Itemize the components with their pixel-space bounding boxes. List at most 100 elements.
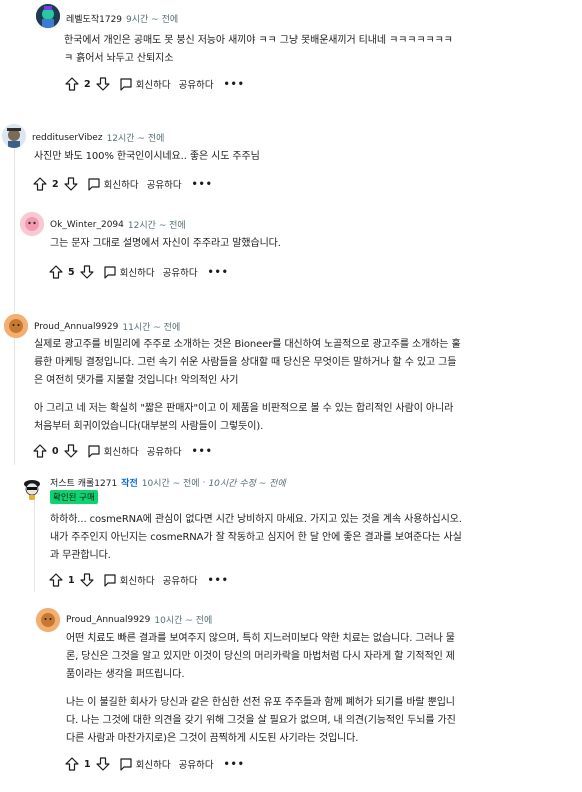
comment-actions: 2 회신하다 공유하다 •••	[32, 174, 213, 194]
comment-line: 륭한 마케팅 결정입니다. 그런 속기 쉬운 사람들을 상대할 때 당신은 무엇…	[34, 357, 457, 368]
comment-meta: 레벨도작1729 9시간 ~ 전에	[66, 12, 178, 25]
comment-line: 다른 사람과 마찬가지로)은 그것이 끔찍하게 시도된 사기라는 것입니다.	[66, 733, 359, 744]
username[interactable]: 레벨도작1729	[66, 12, 122, 25]
more-options-button[interactable]: •••	[208, 575, 229, 586]
comment-line: 실제로 광고주를 비밀리에 주주로 소개하는 것은 Bioneer를 대신하여 …	[34, 339, 461, 350]
upvote-icon[interactable]	[64, 76, 80, 92]
reply-button[interactable]: 회신하다	[103, 573, 155, 587]
comment-meta: Proud_Annual9929 11시간 ~ 전에	[34, 320, 180, 334]
more-options-button[interactable]: •••	[192, 446, 213, 457]
more-options-button[interactable]: •••	[224, 79, 245, 90]
upvote-icon[interactable]	[48, 264, 64, 280]
downvote-icon[interactable]	[95, 76, 111, 92]
downvote-icon[interactable]	[79, 264, 95, 280]
username[interactable]: Ok_Winter_2094	[50, 220, 124, 230]
timestamp[interactable]: 11시간 ~ 전에	[122, 320, 180, 333]
username[interactable]: Proud_Annual9929	[34, 322, 118, 332]
avatar[interactable]	[20, 212, 44, 236]
comment-body: 실제로 광고주를 비밀리에 주주로 소개하는 것은 Bioneer를 대신하여 …	[34, 336, 574, 436]
comment-line: ㅋ 흙어서 놔두고 산퇴지소	[64, 53, 174, 64]
comment-meta: Proud_Annual9929 10시간 ~ 전에	[66, 613, 212, 627]
share-button[interactable]: 공유하다	[179, 757, 214, 771]
vote-count: 1	[84, 758, 91, 770]
comment-icon	[88, 178, 100, 191]
comment-meta: 저스트 캐롤1271 작전 10시간 ~ 전에 · 10시간 수정 ~ 전에	[50, 476, 286, 490]
share-button[interactable]: 공유하다	[147, 444, 182, 458]
edited-timestamp: 10시간 수정 ~ 전에	[208, 479, 286, 489]
reply-button[interactable]: 회신하다	[119, 757, 171, 771]
comment-icon	[104, 574, 116, 587]
share-button[interactable]: 공유하다	[147, 177, 182, 191]
downvote-icon[interactable]	[79, 572, 95, 588]
op-badge: 작전	[121, 479, 138, 489]
avatar[interactable]	[4, 314, 28, 338]
vote-count: 1	[68, 574, 75, 586]
comment-actions: 2 회신하다 공유하다 •••	[64, 74, 245, 94]
thread-line	[14, 335, 15, 465]
comment-body: 어떤 치료도 빠른 결과를 보여주지 않으며, 특히 지느러미보다 약한 치료는…	[66, 630, 576, 748]
timestamp[interactable]: 12시간 ~ 전에	[107, 131, 165, 144]
comment-line: 한국에서 개인은 공매도 못 붕신 저능아 새끼야 ㅋㅋ 그냥 못배운새끼거 티…	[64, 35, 453, 46]
comment-line: 은 여전히 댓가를 지불할 것입니다! 악의적인 사기	[34, 375, 239, 386]
share-button[interactable]: 공유하다	[163, 265, 198, 279]
more-options-button[interactable]: •••	[224, 759, 245, 770]
comment-actions: 1 회신하다 공유하다 •••	[48, 570, 229, 590]
upvote-icon[interactable]	[32, 176, 48, 192]
timestamp[interactable]: 10시간 ~ 전에	[154, 613, 212, 626]
comment-actions: 5 회신하다 공유하다 •••	[48, 262, 229, 282]
comment-actions: 1 회신하다 공유하다 •••	[64, 754, 245, 774]
upvote-icon[interactable]	[48, 572, 64, 588]
vote-count: 5	[68, 266, 75, 278]
reply-button[interactable]: 회신하다	[119, 77, 171, 91]
thread-line	[14, 146, 15, 311]
thread-line	[34, 500, 35, 592]
vote-count: 2	[84, 78, 91, 90]
avatar[interactable]	[20, 476, 44, 500]
username[interactable]: reddituserVibez	[32, 133, 103, 143]
avatar[interactable]	[36, 608, 60, 632]
reply-button[interactable]: 회신하다	[103, 265, 155, 279]
comment-line: 과 무관합니다.	[50, 550, 111, 561]
username[interactable]: Proud_Annual9929	[66, 615, 150, 625]
upvote-icon[interactable]	[32, 443, 48, 459]
timestamp[interactable]: 9시간 ~ 전에	[126, 12, 178, 25]
comment-line: 나는 이 불길한 회사가 당신과 같은 한심한 선전 유포 주주들과 함께 폐허…	[66, 697, 455, 708]
username[interactable]: 저스트 캐롤1271	[50, 476, 117, 489]
avatar[interactable]	[2, 124, 26, 148]
timestamp[interactable]: 10시간 ~ 전에	[142, 476, 200, 489]
comment-body: 한국에서 개인은 공매도 못 붕신 저능아 새끼야 ㅋㅋ 그냥 못배운새끼거 티…	[64, 32, 564, 68]
more-options-button[interactable]: •••	[192, 179, 213, 190]
upvote-icon[interactable]	[64, 756, 80, 772]
comment-line: 어떤 치료도 빠른 결과를 보여주지 않으며, 특히 지느러미보다 약한 치료는…	[66, 633, 455, 644]
downvote-icon[interactable]	[63, 443, 79, 459]
share-button[interactable]: 공유하다	[179, 77, 214, 91]
comment-icon	[120, 78, 132, 91]
share-button[interactable]: 공유하다	[163, 573, 198, 587]
downvote-icon[interactable]	[95, 756, 111, 772]
vote-count: 0	[52, 445, 59, 457]
comment-line: 내가 주주인지 아닌지는 cosmeRNA가 잘 작동하고 심지어 한 달 안에…	[50, 532, 462, 543]
comment-body: 그는 문자 그대로 설명에서 자신이 주주라고 말했습니다.	[50, 235, 550, 253]
comment-body: 하하하... cosmeRNA에 관심이 없다면 시간 낭비하지 마세요. 가지…	[50, 511, 570, 565]
reply-button[interactable]: 회신하다	[87, 177, 139, 191]
vote-count: 2	[52, 178, 59, 190]
comment-line: 처음부터 회귀이었습니다(대부분의 사람들이 그렇듯이).	[34, 421, 264, 432]
comment-line: 다. 나는 그것에 대한 의견을 갖기 위해 그것을 살 필요가 없으며, 내 …	[66, 715, 456, 726]
comment-meta: reddituserVibez 12시간 ~ 전에	[32, 131, 165, 145]
reply-button[interactable]: 회신하다	[87, 444, 139, 458]
more-options-button[interactable]: •••	[208, 267, 229, 278]
timestamp[interactable]: 12시간 ~ 전에	[128, 218, 186, 231]
comment-line: 하하하... cosmeRNA에 관심이 없다면 시간 낭비하지 마세요. 가지…	[50, 514, 462, 525]
avatar[interactable]	[36, 4, 60, 28]
comment-line: 론, 당신은 그것을 알고 있지만 이것이 당신의 머리카락을 마법처럼 다시 …	[66, 651, 455, 662]
comment-line: 아 그리고 네 저는 확실히 "짧은 판매자"이고 이 제품을 비판적으로 볼 …	[34, 403, 454, 414]
user-flair: 확인된 구매	[50, 490, 98, 504]
comment-meta: Ok_Winter_2094 12시간 ~ 전에	[50, 218, 186, 232]
comment-line: 품이라는 생각을 퍼뜨립니다.	[66, 669, 185, 680]
comment-body: 사진만 봐도 100% 한국인이시네요.. 좋은 시도 주주님	[34, 148, 554, 166]
comment-icon	[120, 758, 132, 771]
comment-icon	[104, 266, 116, 279]
downvote-icon[interactable]	[63, 176, 79, 192]
comment-icon	[88, 445, 100, 458]
comment-line: 사진만 봐도 100% 한국인이시네요.. 좋은 시도 주주님	[34, 151, 260, 162]
